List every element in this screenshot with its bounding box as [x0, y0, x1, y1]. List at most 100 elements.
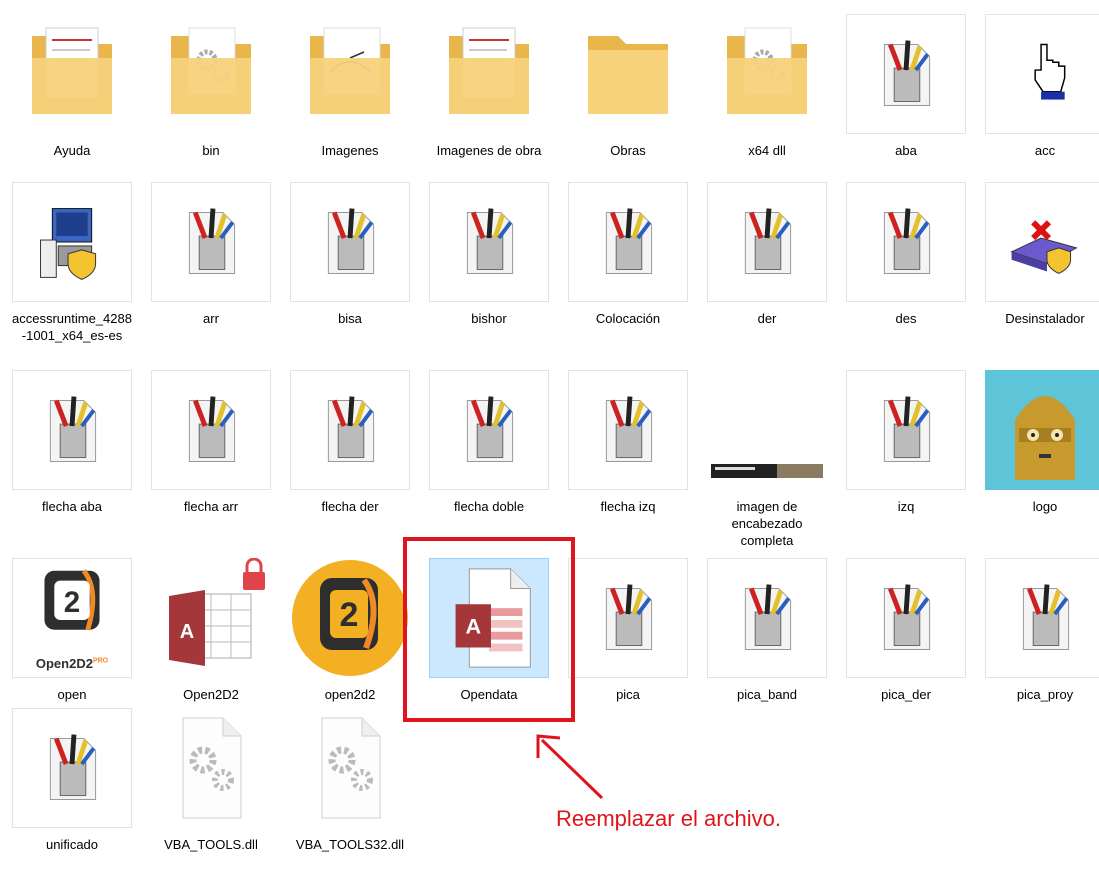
access-locked-database-icon: A — [151, 558, 271, 678]
file-item-der[interactable]: der — [699, 182, 829, 352]
file-item-accessruntime-4288-1001-x64-es-es[interactable]: accessruntime_4288-1001_x64_es-es — [4, 182, 134, 352]
highlight-box — [403, 537, 575, 722]
file-item-pica-der[interactable]: pica_der — [838, 558, 968, 728]
uninstaller-icon — [985, 182, 1099, 302]
file-label: logo — [1032, 499, 1058, 514]
robot-face-image-icon — [985, 370, 1099, 490]
file-label: pica_der — [881, 687, 931, 702]
file-item-flecha-der[interactable]: flecha der — [282, 370, 412, 540]
installer-icon — [12, 182, 132, 302]
file-item-bin[interactable]: bin — [143, 14, 273, 184]
file-label: bisa — [338, 311, 362, 326]
cursor-file-icon — [568, 182, 688, 302]
open2d2-round-logo-icon: 2 — [290, 558, 410, 678]
file-label: unificado — [45, 837, 99, 852]
file-item-imagen-de-encabezado-completa[interactable]: imagen de encabezado completa — [699, 370, 829, 548]
file-label: Obras — [610, 143, 646, 158]
banner-image-thumbnail-icon — [707, 370, 827, 490]
hand-pointer-cursor-icon — [985, 14, 1099, 134]
file-item-open[interactable]: 2 Open2D2PRO open — [4, 558, 134, 728]
file-item-imagenes-de-obra[interactable]: Imagenes de obra — [421, 14, 551, 184]
file-item-pica[interactable]: pica — [560, 558, 690, 728]
file-item-flecha-arr[interactable]: flecha arr — [143, 370, 273, 540]
folder-with-drawing-icon — [290, 14, 410, 134]
file-label: open — [57, 687, 87, 702]
file-item-vba-tools32-dll[interactable]: VBA_TOOLS32.dll — [282, 708, 412, 878]
cursor-file-icon — [151, 182, 271, 302]
cursor-file-icon — [429, 370, 549, 490]
svg-text:2: 2 — [340, 596, 359, 634]
file-item-logo[interactable]: logo — [977, 370, 1099, 540]
file-label: Open2D2 — [183, 687, 239, 702]
file-item-bishor[interactable]: bishor — [421, 182, 551, 352]
file-label: bishor — [471, 311, 507, 326]
file-item-pica-proy[interactable]: pica_proy — [977, 558, 1099, 728]
cursor-file-icon — [290, 370, 410, 490]
folder-with-gears-icon — [707, 14, 827, 134]
cursor-file-icon — [568, 558, 688, 678]
open2d2-logo-icon: 2 Open2D2PRO — [12, 558, 132, 678]
file-label: Ayuda — [53, 143, 91, 158]
folder-with-documents-icon — [12, 14, 132, 134]
cursor-file-icon — [151, 370, 271, 490]
file-item-flecha-doble[interactable]: flecha doble — [421, 370, 551, 540]
cursor-file-icon — [985, 558, 1099, 678]
file-label: der — [757, 311, 777, 326]
file-label: arr — [203, 311, 219, 326]
file-label: VBA_TOOLS32.dll — [295, 837, 405, 852]
file-item-ayuda[interactable]: Ayuda — [4, 14, 134, 184]
dll-file-icon — [290, 708, 410, 828]
file-label: open2d2 — [324, 687, 376, 702]
cursor-file-icon — [846, 558, 966, 678]
cursor-file-icon — [846, 370, 966, 490]
file-item-pica-band[interactable]: pica_band — [699, 558, 829, 728]
cursor-file-icon — [290, 182, 410, 302]
file-label: imagen de encabezado completa — [731, 499, 803, 548]
file-label: acc — [1034, 143, 1056, 158]
folder-with-gears-icon — [151, 14, 271, 134]
file-item-aba[interactable]: aba — [838, 14, 968, 184]
file-item-izq[interactable]: izq — [838, 370, 968, 540]
cursor-file-icon — [707, 182, 827, 302]
cursor-file-icon — [12, 708, 132, 828]
arrow-icon — [536, 734, 604, 800]
logo-badge-text: Open2D2PRO — [35, 656, 109, 671]
cursor-file-icon — [429, 182, 549, 302]
file-item-vba-tools-dll[interactable]: VBA_TOOLS.dll — [143, 708, 273, 878]
file-label: flecha der — [321, 499, 379, 514]
file-item-arr[interactable]: arr — [143, 182, 273, 352]
file-item-des[interactable]: des — [838, 182, 968, 352]
file-item-colocaci-n[interactable]: Colocación — [560, 182, 690, 352]
file-label: flecha doble — [453, 499, 525, 514]
file-item-flecha-izq[interactable]: flecha izq — [560, 370, 690, 540]
file-item-x64-dll[interactable]: x64 dll — [699, 14, 829, 184]
file-item-acc[interactable]: acc — [977, 14, 1099, 184]
file-label: flecha izq — [600, 499, 656, 514]
file-item-open2d2[interactable]: A Open2D2 — [143, 558, 273, 728]
file-item-unificado[interactable]: unificado — [4, 708, 134, 878]
folder-with-documents-icon — [429, 14, 549, 134]
file-label: pica — [616, 687, 640, 702]
file-item-flecha-aba[interactable]: flecha aba — [4, 370, 134, 540]
file-label: pica_band — [737, 687, 797, 702]
file-label: izq — [897, 499, 915, 514]
file-item-bisa[interactable]: bisa — [282, 182, 412, 352]
file-item-desinstalador[interactable]: Desinstalador — [977, 182, 1099, 352]
cursor-file-icon — [846, 14, 966, 134]
file-label: x64 dll — [748, 143, 786, 158]
file-label: aba — [895, 143, 917, 158]
svg-text:2: 2 — [64, 586, 80, 619]
file-label: bin — [202, 143, 220, 158]
file-item-obras[interactable]: Obras — [560, 14, 690, 184]
file-label: Imagenes — [321, 143, 379, 158]
file-item-open2d2[interactable]: 2 open2d2 — [282, 558, 412, 728]
svg-text:A: A — [180, 621, 194, 643]
file-label: Desinstalador — [1005, 311, 1085, 326]
callout-text: Reemplazar el archivo. — [556, 806, 781, 831]
cursor-file-icon — [568, 370, 688, 490]
file-label: pica_proy — [1016, 687, 1074, 702]
cursor-file-icon — [707, 558, 827, 678]
file-label: Imagenes de obra — [436, 143, 542, 158]
file-label: des — [895, 311, 917, 326]
file-item-imagenes[interactable]: Imagenes — [282, 14, 412, 184]
